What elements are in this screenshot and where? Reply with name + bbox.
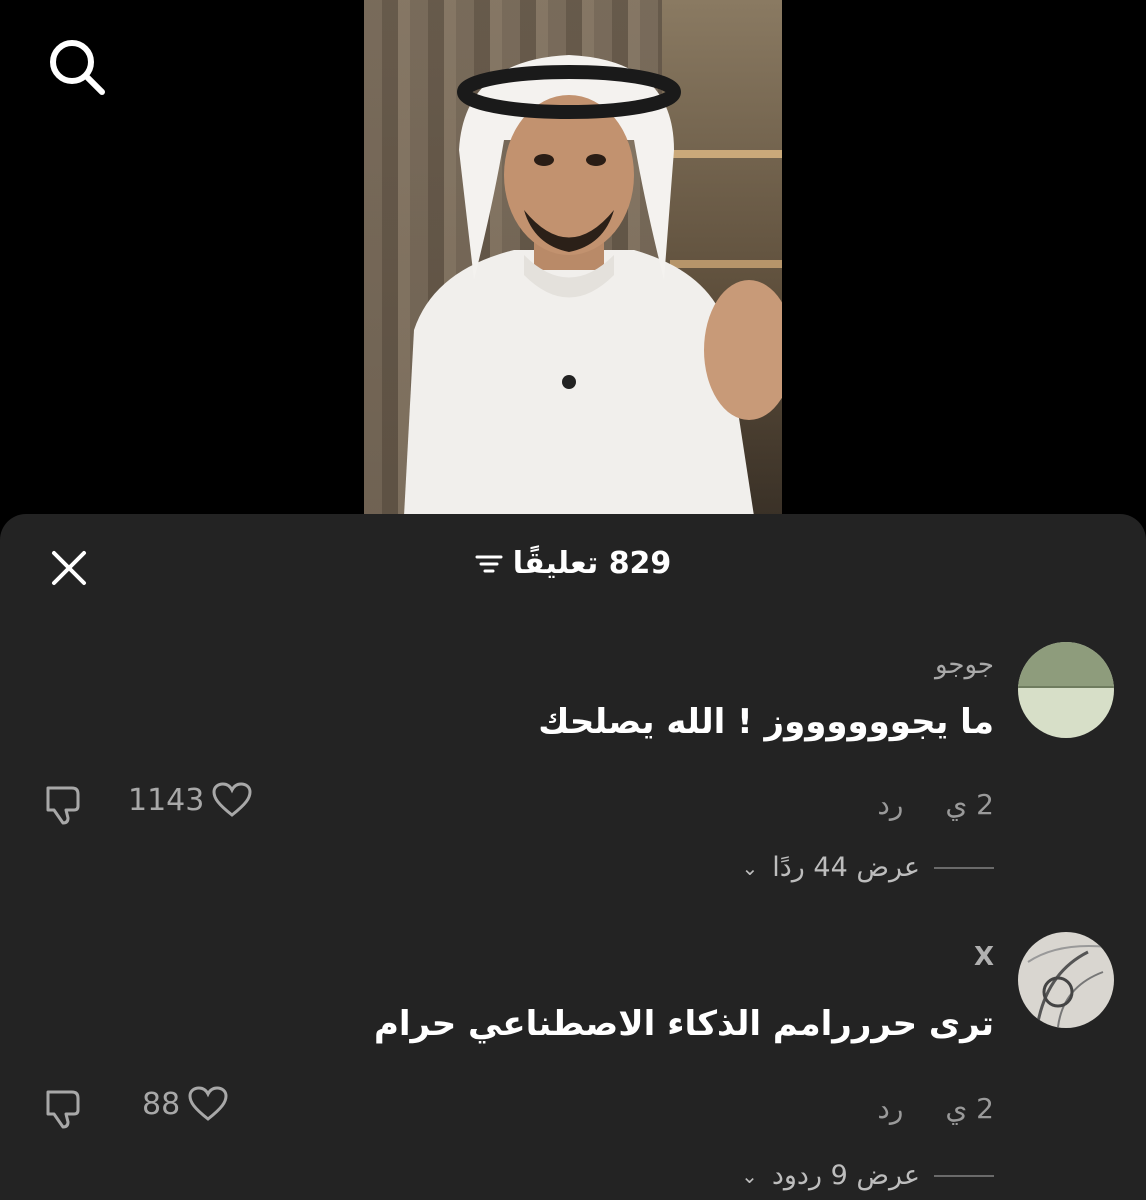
avatar-image — [1018, 642, 1114, 738]
dislike-button[interactable] — [42, 1086, 86, 1130]
video-player[interactable] — [364, 0, 782, 516]
comment-username[interactable]: جوجو — [935, 650, 994, 680]
like-button[interactable]: 1143 — [128, 782, 252, 818]
avatar[interactable] — [1018, 642, 1114, 738]
comments-count-title: 829 تعليقًا — [512, 546, 672, 581]
like-button[interactable]: 88 — [142, 1086, 228, 1122]
comments-header: 829 تعليقًا — [0, 514, 1146, 614]
replies-divider-line — [934, 1174, 994, 1177]
comment-username[interactable]: X — [974, 942, 994, 972]
view-replies-label: عرض 9 ردود — [771, 1160, 920, 1191]
search-button[interactable] — [44, 34, 108, 98]
comment-meta: 2 ي رد — [877, 788, 994, 821]
chevron-down-icon: ⌄ — [741, 855, 759, 880]
view-replies-label: عرض 44 ردًا — [772, 852, 920, 883]
comments-title-group: 829 تعليقًا — [0, 546, 1146, 581]
replies-divider-line — [934, 866, 994, 869]
heart-icon — [188, 1086, 228, 1121]
avatar-image — [1018, 932, 1114, 1028]
avatar[interactable] — [1018, 932, 1114, 1028]
comment-time: 2 ي — [945, 788, 994, 821]
search-icon — [50, 40, 105, 95]
view-replies-button[interactable]: عرض 9 ردود ⌄ — [741, 1160, 994, 1191]
reply-button[interactable]: رد — [877, 1092, 903, 1125]
video-person — [404, 55, 782, 516]
like-count: 1143 — [128, 782, 205, 818]
view-replies-button[interactable]: عرض 44 ردًا ⌄ — [741, 852, 994, 883]
thumbs-down-icon — [46, 1090, 80, 1129]
reply-button[interactable]: رد — [877, 788, 903, 821]
chevron-down-icon: ⌄ — [741, 1163, 758, 1188]
thumbs-down-icon — [46, 786, 80, 825]
filter-button[interactable] — [475, 552, 503, 576]
heart-icon — [212, 782, 252, 817]
comment-time: 2 ي — [945, 1092, 994, 1125]
comment-meta: 2 ي رد — [877, 1092, 994, 1125]
like-count: 88 — [142, 1086, 181, 1122]
comment-text: ما يجووووووز ! الله يصلحك — [538, 702, 994, 742]
dislike-button[interactable] — [42, 782, 86, 826]
comments-sheet: 829 تعليقًا جوجو ما يجووووووز ! الله يصل… — [0, 514, 1146, 1200]
filter-icon — [475, 555, 503, 572]
comment-text: ترى حرررامم الذكاء الاصطناعي حرام — [373, 1004, 994, 1044]
